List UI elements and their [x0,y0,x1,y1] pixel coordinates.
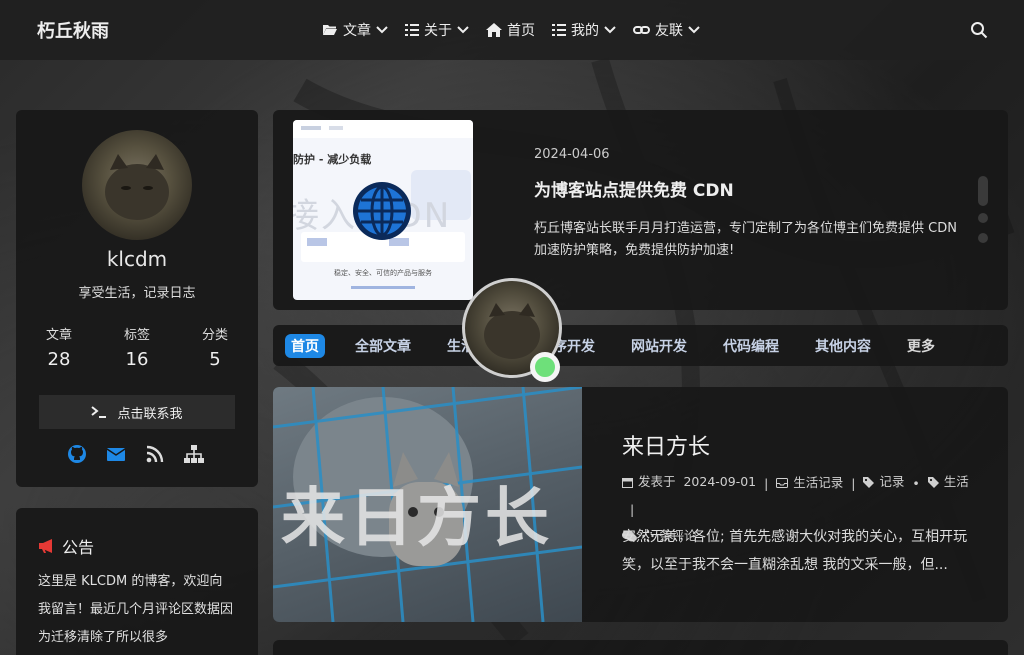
post-date-value: 2024-09-01 [683,474,757,489]
notice-title-text: 公告 [62,538,95,557]
nav-item-articles[interactable]: 文章 [322,0,388,60]
carousel-indicator[interactable] [978,233,988,243]
search-icon[interactable] [970,21,988,39]
tab-other[interactable]: 其他内容 [809,334,877,358]
meta-separator: | [622,501,635,517]
stat-categories[interactable]: 分类 5 [185,324,245,370]
nav-item-about-label: 关于 [424,23,452,39]
nav-item-friends[interactable]: 友联 [633,0,700,60]
bullhorn-icon [39,539,52,553]
inbox-icon [776,477,789,488]
featured-post-description: 朽丘博客站长联手月月打造运营，专门定制了为各位博主们免费提供 CDN 加速防护策… [534,221,957,258]
nav-item-articles-label: 文章 [343,23,371,39]
post-tag-label: 记录 [879,474,905,489]
carousel-indicator-active[interactable] [978,176,988,206]
rss-icon[interactable] [145,444,165,464]
sitemap-icon[interactable] [184,444,204,464]
stat-label: 分类 [201,328,228,343]
notice-body: 这里是 KLCDM 的博客，欢迎向我留言！最近几个月评论区数据因为迁移清除了所以… [38,574,234,645]
post-cover-image[interactable]: 来日方长 [273,387,582,622]
tab-all-articles[interactable]: 全部文章 [349,334,417,358]
list-icon [405,24,419,36]
stat-articles[interactable]: 文章 28 [29,324,89,370]
tag-icon [863,476,875,488]
stat-value: 5 [209,349,221,370]
avatar[interactable] [82,130,192,240]
folder-open-icon [323,25,337,35]
nav-item-mine-label: 我的 [571,23,599,39]
tab-more[interactable]: 更多 [901,334,941,358]
post-date: 发表于 2024-09-01 [622,469,756,495]
featured-post-image[interactable]: 防护 - 减少负载 接入 CDN 稳定、安全、可信的产品与服务 [293,120,473,300]
stat-value: 28 [47,349,71,370]
nav-item-home[interactable]: 首页 [486,0,535,60]
github-icon[interactable] [67,444,87,464]
featured-post-date: 2024-04-06 [534,147,610,162]
post-tag[interactable]: 记录 [863,469,904,495]
chevron-down-icon [688,26,700,34]
cat-photo [105,154,169,220]
nav-item-mine[interactable]: 我的 [552,0,616,60]
banner-heading: 防护 - 减少负载 [293,153,372,166]
home-icon [486,23,502,37]
post-category-label: 生活记录 [793,474,844,490]
mail-icon[interactable] [106,444,126,464]
meta-separator: • [908,475,924,491]
tab-coding[interactable]: 代码编程 [717,334,785,358]
stat-label: 标签 [123,328,150,343]
calendar-icon [622,477,633,488]
stat-value: 16 [125,349,149,370]
banner-tagline: 稳定、安全、可信的产品与服务 [334,269,432,277]
nav-item-about[interactable]: 关于 [405,0,469,60]
contact-me-button[interactable]: 点击联系我 [39,395,235,429]
post-tag-label: 生活 [943,474,969,489]
post-excerpt: 安然无恙，各位; 首先先感谢大伙对我的关心，互相开玩笑，以至于我不会一直糊涂乱想… [622,529,968,573]
stat-label: 文章 [45,328,72,343]
meta-separator: | [760,475,773,491]
post-cover-text: 来日方长 [281,482,553,556]
category-tabs: 首页 全部文章 生活记录 程序开发 网站开发 代码编程 其他内容 更多 [273,325,1008,366]
chevron-down-icon [457,26,469,34]
contact-me-label: 点击联系我 [117,406,183,422]
carousel-indicator[interactable] [978,213,988,223]
profile-motto: 享受生活，记录日志 [78,286,196,301]
tab-home[interactable]: 首页 [285,333,325,358]
meta-separator: | [847,475,860,491]
top-navbar: 朽丘秋雨 文章 关于 首页 我的 友联 [0,0,1024,60]
list-icon [552,24,566,36]
post-category[interactable]: 生活记录 [776,470,843,496]
featured-post-title[interactable]: 为博客站点提供免费 CDN [534,176,734,201]
post-title[interactable]: 来日方长 [622,429,710,461]
online-status-dot [530,352,560,382]
stat-tags[interactable]: 标签 16 [107,324,167,370]
chevron-down-icon [376,26,388,34]
featured-post-card[interactable]: 防护 - 减少负载 接入 CDN 稳定、安全、可信的产品与服务 2024-04-… [273,110,1008,310]
notice-title: 公告 [38,534,94,558]
main-menu: 文章 关于 首页 我的 友联 [322,0,717,60]
post-card[interactable]: 来日方长 来日方长 发表于 2024-09-01 | 生活记录 | 记录 • 生… [273,387,1008,622]
chevron-down-icon [604,26,616,34]
next-post-card[interactable] [273,640,1008,655]
link-icon [633,26,650,34]
post-tag[interactable]: 生活 [927,469,969,495]
nav-item-friends-label: 友联 [655,23,683,39]
terminal-icon [91,406,107,418]
site-title[interactable]: 朽丘秋雨 [37,17,109,43]
posted-label: 发表于 [638,474,676,489]
nav-item-home-label: 首页 [507,23,535,39]
profile-name: klcdm [106,247,168,271]
tab-web-dev[interactable]: 网站开发 [625,334,693,358]
notice-card: 公告 这里是 KLCDM 的博客，欢迎向我留言！最近几个月评论区数据因为迁移清除… [16,508,258,655]
tag-icon [927,476,939,488]
profile-card: klcdm 享受生活，记录日志 文章 28 标签 16 分类 5 点击联系我 [16,110,258,487]
globe-icon [353,182,411,240]
